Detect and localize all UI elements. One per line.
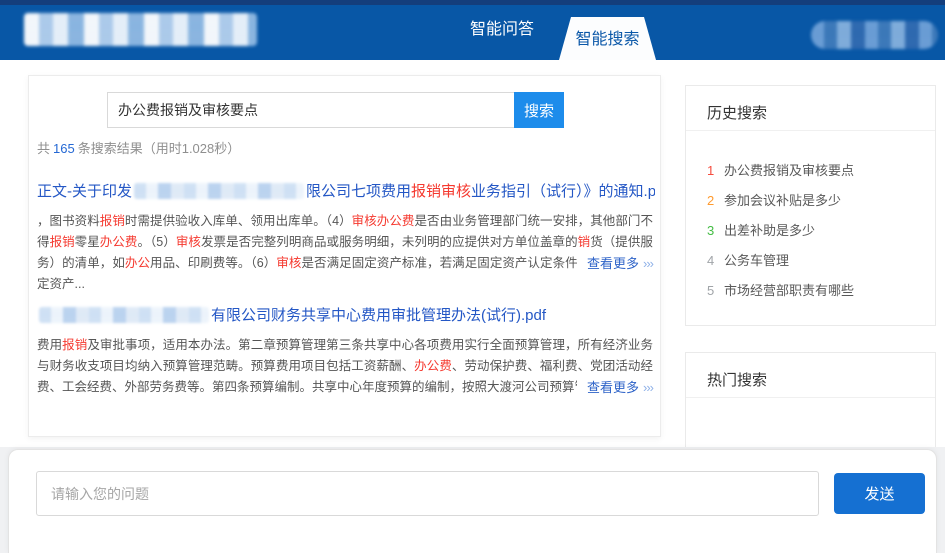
count-suffix: 条搜索结果（用时1.028秒） — [78, 141, 241, 156]
result-title[interactable]: 正文-关于印发 限公司七项费用报销审核业务指引（试行）》的通知.pdf — [37, 180, 655, 202]
count-prefix: 共 — [37, 141, 50, 156]
history-search-item[interactable]: 4公务车管理 — [707, 246, 927, 276]
result-snippet: 费用报销及审批事项，适用本办法。第二章预算管理第三条共享中心各项费用实行全面预算… — [37, 335, 653, 398]
question-input[interactable] — [36, 471, 819, 516]
redacted-text — [134, 183, 304, 199]
history-search-item[interactable]: 1办公费报销及审核要点 — [707, 156, 927, 186]
search-button[interactable]: 搜索 — [514, 92, 564, 128]
redacted-logo — [24, 13, 257, 46]
count-number: 165 — [53, 141, 75, 156]
rank-number: 3 — [707, 216, 724, 246]
text-segment: 。（5） — [137, 235, 175, 249]
history-search-item[interactable]: 2参加会议补贴是多少 — [707, 186, 927, 216]
text-segment: ，图书资料 — [37, 214, 100, 228]
rank-number: 1 — [707, 156, 724, 186]
view-more-link[interactable]: 查看更多 ››› — [577, 377, 653, 398]
text-segment: 零星 — [75, 235, 100, 249]
history-item-label: 出差补助是多少 — [724, 223, 815, 238]
search-input[interactable] — [107, 92, 514, 128]
highlight-keyword: 审核 — [176, 235, 201, 249]
highlight-keyword: 审核 — [276, 256, 301, 270]
app-header: 智能问答 智能搜索 — [0, 0, 945, 60]
chevron-right-icon: ››› — [643, 256, 653, 271]
text-segment: 限公司七项费用 — [306, 183, 411, 200]
highlight-keyword: 报销审核 — [411, 183, 471, 200]
history-item-label: 市场经营部职责有哪些 — [724, 283, 854, 298]
rank-number: 2 — [707, 186, 724, 216]
hot-search-panel: 热门搜索 — [685, 352, 936, 447]
history-item-label: 公务车管理 — [724, 253, 789, 268]
highlight-keyword: 报销 — [62, 338, 87, 352]
history-search-item[interactable]: 3出差补助是多少 — [707, 216, 927, 246]
text-segment: 有限公司财务共享中心费用审批管理办法(试行).pdf — [211, 307, 546, 324]
text-segment: 业务指引（试行）》的通知.pdf — [471, 183, 655, 200]
view-more-label: 查看更多 — [587, 380, 639, 395]
text-segment: 正文-关于印发 — [37, 183, 132, 200]
text-segment: 费用 — [37, 338, 62, 352]
divider — [686, 397, 935, 398]
history-search-list: 1办公费报销及审核要点2参加会议补贴是多少3出差补助是多少4公务车管理5市场经营… — [707, 156, 927, 306]
history-search-panel: 历史搜索 1办公费报销及审核要点2参加会议补贴是多少3出差补助是多少4公务车管理… — [685, 85, 936, 326]
question-composer: 发送 — [8, 449, 937, 553]
highlight-keyword: 销 — [578, 235, 591, 249]
redacted-text — [39, 307, 209, 323]
view-more-label: 查看更多 — [587, 256, 639, 271]
rank-number: 4 — [707, 246, 724, 276]
rank-number: 5 — [707, 276, 724, 306]
text-segment: 时需提供验收入库单、领用出库单。（4） — [125, 214, 352, 228]
hot-search-title: 热门搜索 — [707, 369, 767, 390]
divider — [686, 130, 935, 131]
result-snippet: ，图书资料报销时需提供验收入库单、领用出库单。（4）审核办公费是否由业务管理部门… — [37, 211, 653, 274]
highlight-keyword: 办公费 — [100, 235, 138, 249]
history-item-label: 参加会议补贴是多少 — [724, 193, 841, 208]
highlight-keyword: 办公费 — [414, 359, 452, 373]
history-item-label: 办公费报销及审核要点 — [724, 163, 854, 178]
history-search-item[interactable]: 5市场经营部职责有哪些 — [707, 276, 927, 306]
view-more-link[interactable]: 查看更多 ››› — [577, 253, 653, 274]
highlight-keyword: 审核办公费 — [352, 214, 415, 228]
highlight-keyword: 报销 — [50, 235, 75, 249]
highlight-keyword: 办公 — [125, 256, 150, 270]
result-count: 共165条搜索结果（用时1.028秒） — [37, 138, 240, 157]
text-segment: 发票是否完整列明商品或服务明细，未列明的应提供对方单位盖章的 — [201, 235, 578, 249]
search-results-panel: 搜索 共165条搜索结果（用时1.028秒） 正文-关于印发限公司七项费用报销审… — [28, 75, 661, 437]
highlight-keyword: 报销 — [100, 214, 125, 228]
send-button[interactable]: 发送 — [834, 473, 925, 514]
chevron-right-icon: ››› — [643, 380, 653, 395]
tab-intelligent-qa[interactable]: 智能问答 — [450, 0, 554, 60]
tab-intelligent-search[interactable]: 智能搜索 — [559, 17, 656, 60]
history-search-title: 历史搜索 — [707, 102, 767, 123]
redacted-user-info[interactable] — [811, 21, 938, 49]
result-title[interactable]: 有限公司财务共享中心费用审批管理办法(试行).pdf — [37, 304, 655, 326]
text-segment: 用品、印刷费等。（6） — [150, 256, 276, 270]
